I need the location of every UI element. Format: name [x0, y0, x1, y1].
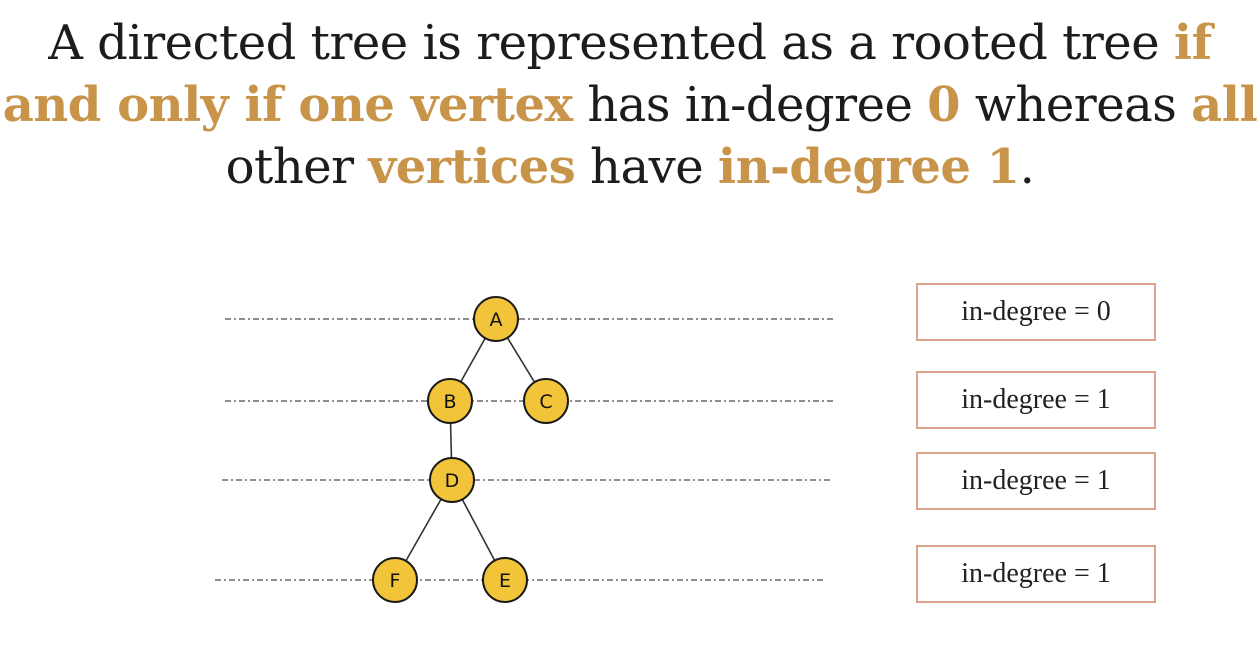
in-degree-box-level-0: in-degree = 0: [916, 283, 1156, 341]
node-B: B: [427, 378, 473, 424]
node-label-F: F: [390, 570, 401, 592]
node-label-B: B: [443, 391, 456, 413]
in-degree-box-level-3: in-degree = 1: [916, 545, 1156, 603]
node-label-C: C: [539, 391, 552, 413]
node-F: F: [372, 557, 418, 603]
in-degree-box-level-2: in-degree = 1: [916, 452, 1156, 510]
node-label-E: E: [499, 570, 511, 592]
node-C: C: [523, 378, 569, 424]
node-A: A: [473, 296, 519, 342]
node-label-A: A: [490, 309, 503, 331]
level-lines: [215, 318, 835, 581]
tree-nodes: A B C D F E: [372, 296, 569, 603]
tree-edges: [394, 318, 547, 581]
node-label-D: D: [445, 470, 460, 492]
node-E: E: [482, 557, 528, 603]
node-D: D: [429, 457, 475, 503]
in-degree-box-level-1: in-degree = 1: [916, 371, 1156, 429]
